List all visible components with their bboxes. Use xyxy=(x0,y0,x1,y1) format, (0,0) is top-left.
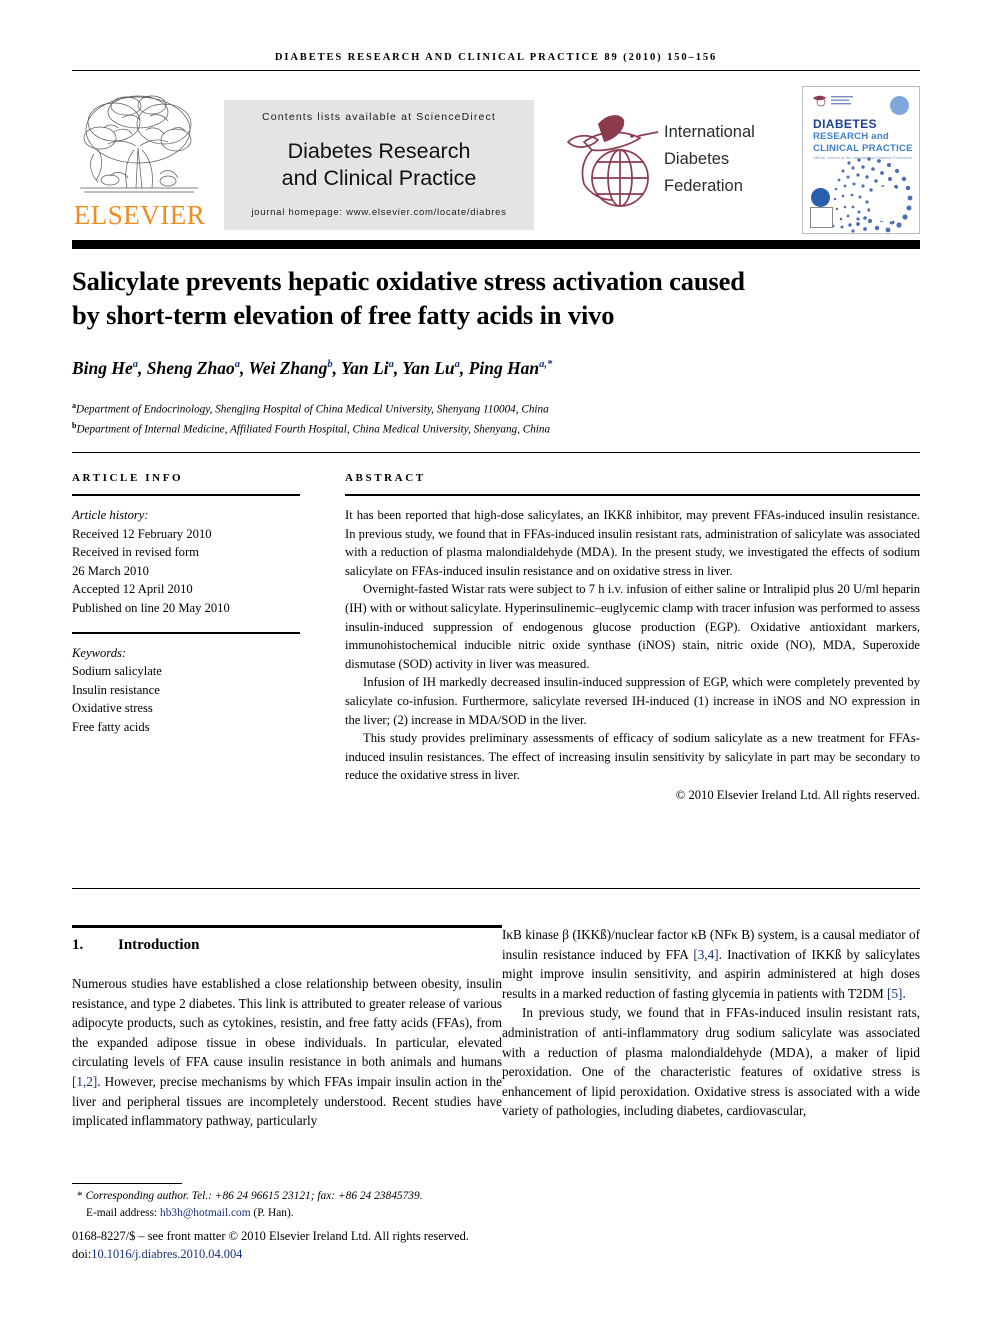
intro-paragraph-right-2: In previous study, we found that in FFAs… xyxy=(502,1005,920,1119)
author-list: Bing Hea, Sheng Zhaoa, Wei Zhangb, Yan L… xyxy=(72,358,553,378)
abstract-bottom-rule xyxy=(72,888,920,889)
cover-anniversary-badge xyxy=(811,188,830,207)
running-head: diabetes research and clinical practice … xyxy=(274,52,718,63)
article-info-rule xyxy=(72,494,300,496)
elsevier-tree-icon xyxy=(80,95,198,193)
keywords-label: Keywords: xyxy=(72,645,127,660)
citation-ref[interactable]: [5] xyxy=(887,986,902,1001)
body-column-left: 1. Introduction Numerous studies have est… xyxy=(72,925,502,1131)
abstract-column: ABSTRACT It has been reported that high-… xyxy=(345,472,920,803)
affiliation-b-text: Department of Internal Medicine, Affilia… xyxy=(76,423,551,436)
idf-wordmark: International Diabetes Federation xyxy=(664,119,755,200)
affiliations: aDepartment of Endocrinology, Shengjing … xyxy=(72,398,924,438)
idf-logo: International Diabetes Federation xyxy=(562,106,777,221)
abstract-paragraph: It has been reported that high-dose sali… xyxy=(345,508,920,578)
section-heading-introduction: 1. Introduction xyxy=(72,937,502,954)
abstract-paragraph: Infusion of IH markedly decreased insuli… xyxy=(345,675,920,727)
keyword-item: Sodium salicylate xyxy=(72,664,162,679)
intro-text-b: . However, precise mechanisms by which F… xyxy=(72,1073,502,1129)
journal-masthead: ELSEVIER Contents lists available at Sci… xyxy=(72,86,920,234)
paper-page: diabetes research and clinical practice … xyxy=(0,0,992,1323)
keyword-item: Free fatty acids xyxy=(72,719,150,734)
keywords-block: Keywords: Sodium salicylate Insulin resi… xyxy=(72,644,300,737)
affiliation-b: bDepartment of Internal Medicine, Affili… xyxy=(72,421,551,436)
front-matter-block: 0168-8227/$ – see front matter © 2010 El… xyxy=(72,1228,572,1263)
journal-cover-thumbnail[interactable]: DIABETES RESEARCH and CLINICAL PRACTICE … xyxy=(802,86,920,234)
citation-ref[interactable]: [3,4] xyxy=(693,947,718,962)
title-line-2: by short-term elevation of free fatty ac… xyxy=(72,300,615,330)
email-label: E-mail address: xyxy=(86,1206,158,1219)
idf-line-3: Federation xyxy=(664,177,743,195)
history-line: Received in revised form xyxy=(72,545,199,560)
idf-line-2: Diabetes xyxy=(664,150,730,168)
intro-right-text-c: . xyxy=(902,985,906,1001)
intro-text-a: Numerous studies have established a clos… xyxy=(72,976,502,1070)
front-matter-line: 0168-8227/$ – see front matter © 2010 El… xyxy=(72,1229,469,1243)
doi-link[interactable]: 10.1016/j.diabres.2010.04.004 xyxy=(91,1247,242,1261)
history-line: Published on line 20 May 2010 xyxy=(72,600,230,615)
idf-line-1: International xyxy=(664,123,755,141)
doi-line: doi:10.1016/j.diabres.2010.04.004 xyxy=(72,1246,572,1264)
email-owner: (P. Han). xyxy=(253,1206,294,1219)
footnote-block: * Corresponding author. Tel.: +86 24 966… xyxy=(72,1188,512,1221)
article-info-column: ARTICLE INFO Article history: Received 1… xyxy=(72,472,300,737)
cover-title-sub1: RESEARCH and xyxy=(813,131,889,142)
body-column-right: IκB kinase β (IKKß)/nuclear factor κB (N… xyxy=(502,925,920,1121)
elsevier-logo: ELSEVIER xyxy=(72,88,207,234)
sciencedirect-panel[interactable]: Contents lists available at ScienceDirec… xyxy=(224,100,534,230)
running-head-rule xyxy=(72,70,920,71)
abstract-paragraph: Overnight-fasted Wistar rats were subjec… xyxy=(345,582,920,671)
title-line-1: Salicylate prevents hepatic oxidative st… xyxy=(72,266,745,296)
citation-ref[interactable]: [1,2] xyxy=(72,1074,97,1089)
sciencedirect-contents-line: Contents lists available at ScienceDirec… xyxy=(262,111,496,123)
corresponding-author-note: * Corresponding author. Tel.: +86 24 966… xyxy=(72,1188,512,1205)
page-title: Salicylate prevents hepatic oxidative st… xyxy=(72,264,924,332)
keywords-rule xyxy=(72,631,300,634)
abstract-heading: ABSTRACT xyxy=(345,472,426,484)
footnote-rule xyxy=(72,1183,182,1184)
masthead-bottom-bar xyxy=(72,240,920,249)
intro-paragraph-right-1: IκB kinase β (IKKß)/nuclear factor κB (N… xyxy=(502,925,920,1003)
cover-title-main: DIABETES xyxy=(813,117,877,131)
history-line: Accepted 12 April 2010 xyxy=(72,582,193,597)
journal-title-line1: Diabetes Research xyxy=(287,139,471,163)
elsevier-wordmark: ELSEVIER xyxy=(73,200,206,230)
journal-title-line2: and Clinical Practice xyxy=(281,166,477,190)
history-line: 26 March 2010 xyxy=(72,563,149,578)
doi-label: doi: xyxy=(72,1246,92,1261)
info-section-top-rule xyxy=(72,452,920,453)
cover-accent-dot xyxy=(890,96,909,115)
affiliation-a-text: Department of Endocrinology, Shengjing H… xyxy=(76,403,549,416)
article-history: Article history: Received 12 February 20… xyxy=(72,506,300,618)
article-info-heading: ARTICLE INFO xyxy=(72,472,184,484)
keyword-item: Oxidative stress xyxy=(72,701,153,716)
journal-title: Diabetes Research and Clinical Practice xyxy=(224,138,534,192)
abstract-copyright: © 2010 Elsevier Ireland Ltd. All rights … xyxy=(675,787,920,802)
abstract-rule xyxy=(345,494,920,496)
history-line: Received 12 February 2010 xyxy=(72,526,212,541)
section-number: 1. xyxy=(72,937,84,953)
keyword-item: Insulin resistance xyxy=(72,682,160,697)
email-link[interactable]: hb3h@hotmail.com xyxy=(160,1207,251,1219)
article-history-label: Article history: xyxy=(72,508,149,522)
abstract-paragraph: This study provides preliminary assessme… xyxy=(345,731,920,783)
email-line: E-mail address: hb3h@hotmail.com (P. Han… xyxy=(72,1205,512,1222)
affiliation-a: aDepartment of Endocrinology, Shengjing … xyxy=(72,401,549,416)
corresponding-marker: * xyxy=(77,1190,83,1202)
idf-hummingbird-globe-icon xyxy=(566,115,659,207)
cover-idf-mini-icon xyxy=(813,95,853,107)
corresponding-author-text: Corresponding author. Tel.: +86 24 96615… xyxy=(85,1190,423,1202)
cover-elsevier-mini-logo xyxy=(810,207,833,228)
section-title: Introduction xyxy=(118,937,200,953)
intro-paragraph-left: Numerous studies have established a clos… xyxy=(72,974,502,1131)
journal-homepage-link[interactable]: journal homepage: www.elsevier.com/locat… xyxy=(224,207,534,218)
